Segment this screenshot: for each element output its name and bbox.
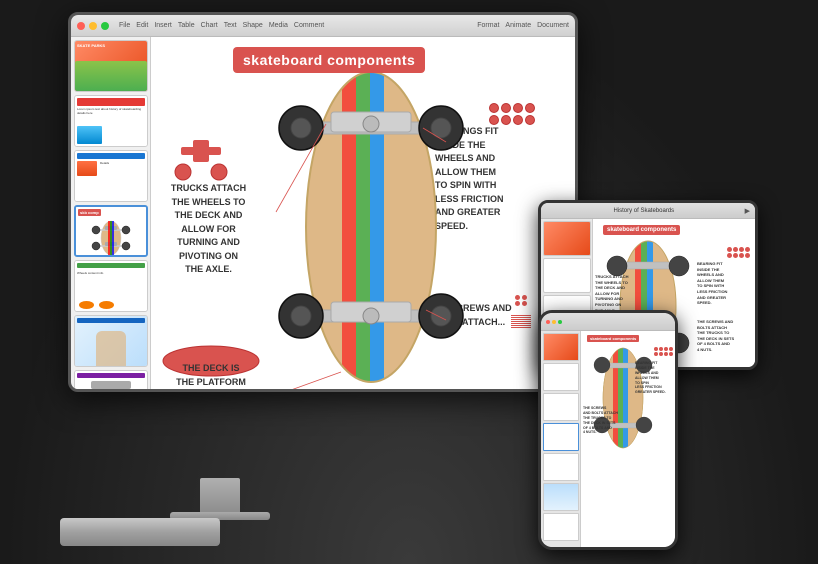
toolbar-item[interactable]: Insert: [154, 22, 172, 29]
trucks-annotation: TRUCKS ATTACHTHE WHEELS TOTHE DECK ANDAL…: [161, 182, 256, 277]
phone-bearings-text: BEARING FITINSIDE THEWHEELS ANDALLOW THE…: [635, 361, 673, 395]
toolbar-item[interactable]: Text: [224, 22, 237, 29]
bearing-dot: [501, 103, 511, 113]
phone: skateboard components: [538, 310, 678, 550]
document-button[interactable]: Document: [537, 22, 569, 29]
phone-thumb-4-active[interactable]: [543, 423, 579, 451]
sidebar-thumb-5[interactable]: Wheels content info: [74, 260, 148, 312]
monitor-toolbar: File Edit Insert Table Chart Text Shape …: [71, 15, 575, 37]
sidebar-thumb-4-active[interactable]: skb comp: [74, 205, 148, 257]
tablet-title: History of Skateboards: [613, 208, 674, 214]
phone-skateboard: [593, 343, 653, 453]
phone-thumb-1[interactable]: [543, 333, 579, 361]
phone-screws-text: THE SCREWSAND BOLTS ATTACHTHE TRUCKS TOT…: [583, 406, 618, 435]
sidebar-thumb-7[interactable]: [74, 370, 148, 389]
tablet-thumb-1[interactable]: [543, 221, 591, 256]
bearing-dot: [525, 115, 535, 125]
phone-slide-title: skateboard components: [587, 335, 639, 342]
maximize-button[interactable]: [101, 22, 109, 30]
tablet-toolbar: History of Skateboards ▶: [541, 203, 755, 219]
phone-sidebar: [541, 331, 581, 547]
tablet-trucks-text: TRUCKS ATTACHTHE WHEELS TOTHE DECK ANDAL…: [595, 274, 635, 313]
toolbar-item[interactable]: File: [119, 22, 130, 29]
bearing-dot: [513, 103, 523, 113]
sidebar-thumb-2[interactable]: Lorem ipsum text about history of skateb…: [74, 95, 148, 147]
monitor-content: SKATE PARKS Lorem ipsum text about histo…: [71, 37, 575, 389]
tablet-bearings-text: BEARING FITINSIDE THEWHEELS ANDALLOW THE…: [697, 261, 752, 306]
phone-thumb-6[interactable]: [543, 483, 579, 511]
monitor: File Edit Insert Table Chart Text Shape …: [68, 12, 578, 392]
phone-thumb-2[interactable]: [543, 363, 579, 391]
format-button[interactable]: Format: [477, 22, 499, 29]
sidebar-thumb-1[interactable]: SKATE PARKS: [74, 40, 148, 92]
phone-screen: skateboard components: [541, 313, 675, 547]
close-button[interactable]: [77, 22, 85, 30]
toolbar-item[interactable]: Media: [269, 22, 288, 29]
bearing-dot: [489, 115, 499, 125]
play-icon[interactable]: ▶: [745, 207, 750, 215]
bearing-dot: [525, 103, 535, 113]
bearing-dot: [489, 103, 499, 113]
phone-toolbar-dots: [546, 320, 562, 324]
phone-slide: skateboard components: [581, 331, 675, 547]
deck-annotation: THE DECK ISTHE PLATFORM: [166, 362, 256, 389]
tablet-thumb-2[interactable]: [543, 258, 591, 293]
phone-thumb-5[interactable]: [543, 453, 579, 481]
tablet-screws-text: THE SCREWS ANDBOLTS ATTACHTHE TRUCKS TOT…: [697, 319, 752, 353]
sidebar-thumb-6[interactable]: [74, 315, 148, 367]
bearing-dots: [489, 103, 535, 125]
toolbar-item[interactable]: Edit: [136, 22, 148, 29]
toolbar-right: Format Animate Document: [477, 22, 569, 29]
sidebar: SKATE PARKS Lorem ipsum text about histo…: [71, 37, 151, 389]
toolbar-item[interactable]: Chart: [201, 22, 218, 29]
toolbar-item[interactable]: Shape: [243, 22, 263, 29]
phone-thumb-3[interactable]: [543, 393, 579, 421]
slide-title: skateboard components: [233, 47, 425, 73]
mac-mini: [60, 518, 220, 546]
bearing-dot: [513, 115, 523, 125]
phone-toolbar: [541, 313, 675, 331]
minimize-button[interactable]: [89, 22, 97, 30]
bearing-dot: [501, 115, 511, 125]
toolbar-item[interactable]: Comment: [294, 22, 324, 29]
phone-thumb-7[interactable]: [543, 513, 579, 541]
skateboard-illustration: [271, 52, 471, 389]
tablet-bearing-dots: [727, 247, 750, 258]
toolbar-icons: File Edit Insert Table Chart Text Shape …: [119, 22, 324, 29]
phone-bearing-dots: [654, 347, 673, 356]
animate-button[interactable]: Animate: [505, 22, 531, 29]
truck-icon: [171, 132, 231, 187]
slide-area: skateboard components BEARINGS FITINSIDE…: [151, 37, 575, 389]
phone-content: skateboard components: [541, 331, 675, 547]
sidebar-thumb-3[interactable]: Details: [74, 150, 148, 202]
toolbar-item[interactable]: Table: [178, 22, 195, 29]
